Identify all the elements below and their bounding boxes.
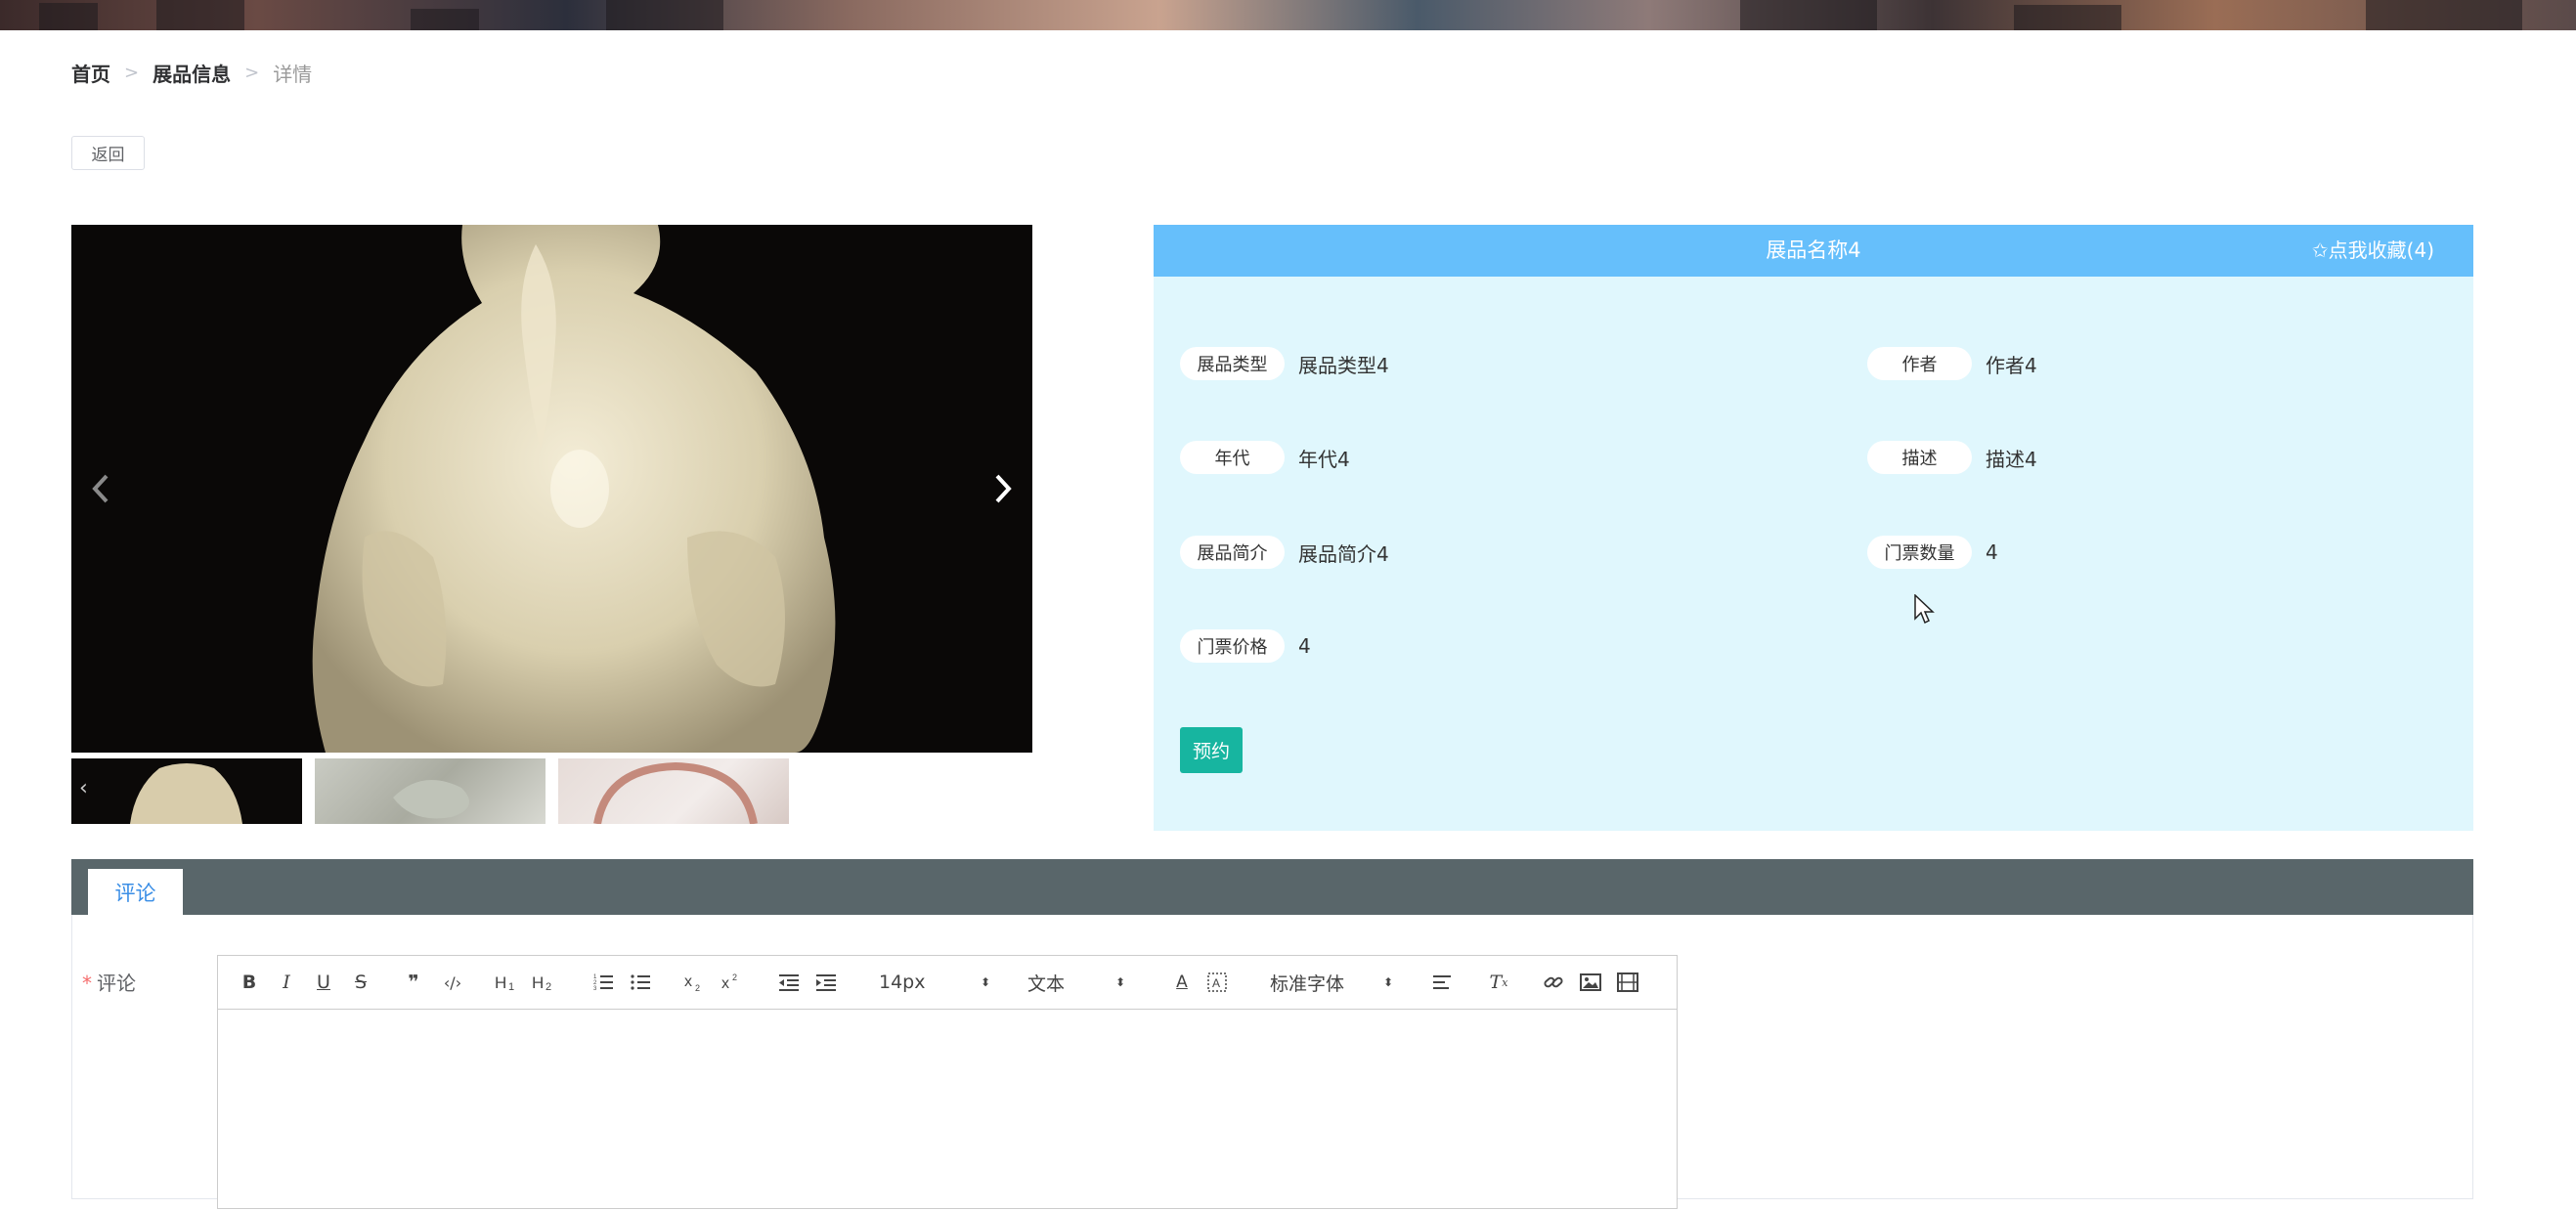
chevron-right-icon — [995, 474, 1012, 503]
chevron-left-icon — [92, 474, 109, 503]
header-value: 文本 — [1027, 972, 1066, 995]
indent-icon[interactable] — [814, 970, 838, 995]
thumbnail-strip: ‹ — [71, 758, 1032, 824]
svg-text:2: 2 — [732, 972, 737, 982]
link-icon[interactable] — [1542, 970, 1565, 995]
breadcrumb-home[interactable]: 首页 — [71, 59, 110, 87]
superscript-icon[interactable]: x2 — [720, 970, 746, 995]
comment-text-area[interactable] — [218, 1010, 1677, 1210]
mouse-cursor-icon — [1914, 594, 1935, 625]
breadcrumb: 首页 > 展品信息 > 详情 — [71, 59, 312, 87]
comment-label-text: 评论 — [97, 972, 136, 995]
select-caret-icon: ⬍ — [1382, 975, 1393, 989]
carousel-next-button[interactable] — [974, 459, 1032, 518]
breadcrumb-current: 详情 — [273, 63, 313, 86]
field-label: 描述 — [1867, 441, 1972, 474]
clear-format-icon[interactable]: Tx — [1487, 970, 1510, 995]
thumb-prev-icon[interactable]: ‹ — [79, 776, 88, 800]
italic-icon[interactable]: I — [275, 970, 298, 995]
svg-text:A: A — [1212, 976, 1220, 990]
h2-icon[interactable]: H2 — [531, 970, 558, 995]
field-value: 4 — [1986, 540, 1998, 564]
field-label: 展品类型 — [1180, 347, 1285, 380]
align-icon[interactable] — [1430, 970, 1454, 995]
svg-text:x: x — [721, 975, 729, 992]
comment-editor: B I U S ❞ ‹/› H1 H2 123 x2 x2 14px ⬍ 文本 ⬍ … — [217, 955, 1678, 1209]
field-intro: 展品简介 展品简介4 — [1180, 535, 1389, 570]
bold-icon[interactable]: B — [238, 970, 261, 995]
font-color-icon[interactable]: A — [1170, 970, 1194, 995]
bullet-list-icon[interactable] — [629, 970, 652, 995]
svg-text:H: H — [532, 973, 544, 992]
breadcrumb-exhibits[interactable]: 展品信息 — [153, 59, 231, 87]
field-ticket-price: 门票价格 4 — [1180, 628, 1311, 664]
field-value: 展品类型4 — [1298, 353, 1389, 377]
exhibit-info-panel: 展品名称4 ✩点我收藏(4) 展品类型 展品类型4 作者 作者4 年代 年代4 … — [1154, 225, 2473, 831]
info-header: 展品名称4 ✩点我收藏(4) — [1154, 225, 2473, 277]
carousel-prev-button[interactable] — [71, 459, 130, 518]
comment-label: * 评论 — [82, 968, 136, 996]
svg-text:2: 2 — [546, 981, 551, 992]
strike-icon[interactable]: S — [349, 970, 372, 995]
ordered-list-icon[interactable]: 123 — [591, 970, 615, 995]
font-family-value: 标准字体 — [1270, 972, 1345, 995]
favorite-button[interactable]: ✩点我收藏(4) — [2312, 225, 2434, 277]
field-value: 年代4 — [1298, 447, 1350, 471]
video-icon[interactable] — [1616, 970, 1639, 995]
editor-toolbar: B I U S ❞ ‹/› H1 H2 123 x2 x2 14px ⬍ 文本 ⬍ … — [218, 956, 1677, 1010]
thumbnail-2[interactable] — [315, 758, 546, 824]
field-label: 展品简介 — [1180, 536, 1285, 569]
select-caret-icon: ⬍ — [980, 975, 990, 989]
breadcrumb-separator: > — [244, 63, 260, 83]
required-mark: * — [82, 972, 92, 995]
tab-comments[interactable]: 评论 — [88, 869, 183, 915]
code-icon[interactable]: ‹/› — [439, 970, 466, 995]
breadcrumb-separator: > — [124, 63, 140, 83]
tab-bar: 评论 — [71, 859, 2473, 915]
back-button[interactable]: 返回 — [71, 136, 145, 170]
field-value: 作者4 — [1986, 353, 2037, 377]
underline-icon[interactable]: U — [312, 970, 335, 995]
svg-text:2: 2 — [695, 983, 700, 992]
field-label: 年代 — [1180, 441, 1285, 474]
book-button[interactable]: 预约 — [1180, 727, 1243, 773]
field-label: 门票数量 — [1867, 536, 1972, 569]
image-icon[interactable] — [1579, 970, 1602, 995]
svg-text:x: x — [684, 973, 692, 990]
field-value: 展品简介4 — [1298, 541, 1389, 566]
field-label: 门票价格 — [1180, 629, 1285, 663]
outdent-icon[interactable] — [777, 970, 801, 995]
header-select[interactable]: 文本 ⬍ — [1027, 970, 1125, 995]
font-family-select[interactable]: 标准字体 ⬍ — [1270, 970, 1393, 995]
field-type: 展品类型 展品类型4 — [1180, 346, 1389, 381]
h1-icon[interactable]: H1 — [494, 970, 521, 995]
exhibit-title: 展品名称4 — [1766, 238, 1861, 262]
field-era: 年代 年代4 — [1180, 440, 1350, 475]
font-size-value: 14px — [879, 972, 926, 993]
field-label: 作者 — [1867, 347, 1972, 380]
svg-text:1: 1 — [508, 981, 514, 992]
subscript-icon[interactable]: x2 — [683, 970, 709, 995]
font-size-select[interactable]: 14px ⬍ — [879, 970, 990, 995]
select-caret-icon: ⬍ — [1114, 975, 1125, 989]
field-value: 描述4 — [1986, 447, 2037, 471]
thumbnail-3[interactable] — [558, 758, 789, 824]
top-banner-image — [0, 0, 2576, 30]
field-ticket-count: 门票数量 4 — [1867, 535, 1998, 570]
background-color-icon[interactable]: A — [1205, 970, 1229, 995]
field-value: 4 — [1298, 634, 1311, 658]
image-carousel — [71, 225, 1032, 753]
exhibit-main-image — [71, 225, 1032, 753]
field-author: 作者 作者4 — [1867, 346, 2037, 381]
svg-text:3: 3 — [593, 986, 597, 992]
field-description: 描述 描述4 — [1867, 440, 2037, 475]
svg-text:H: H — [495, 973, 506, 992]
quote-icon[interactable]: ❞ — [402, 970, 425, 995]
thumbnail-1[interactable]: ‹ — [71, 758, 302, 824]
